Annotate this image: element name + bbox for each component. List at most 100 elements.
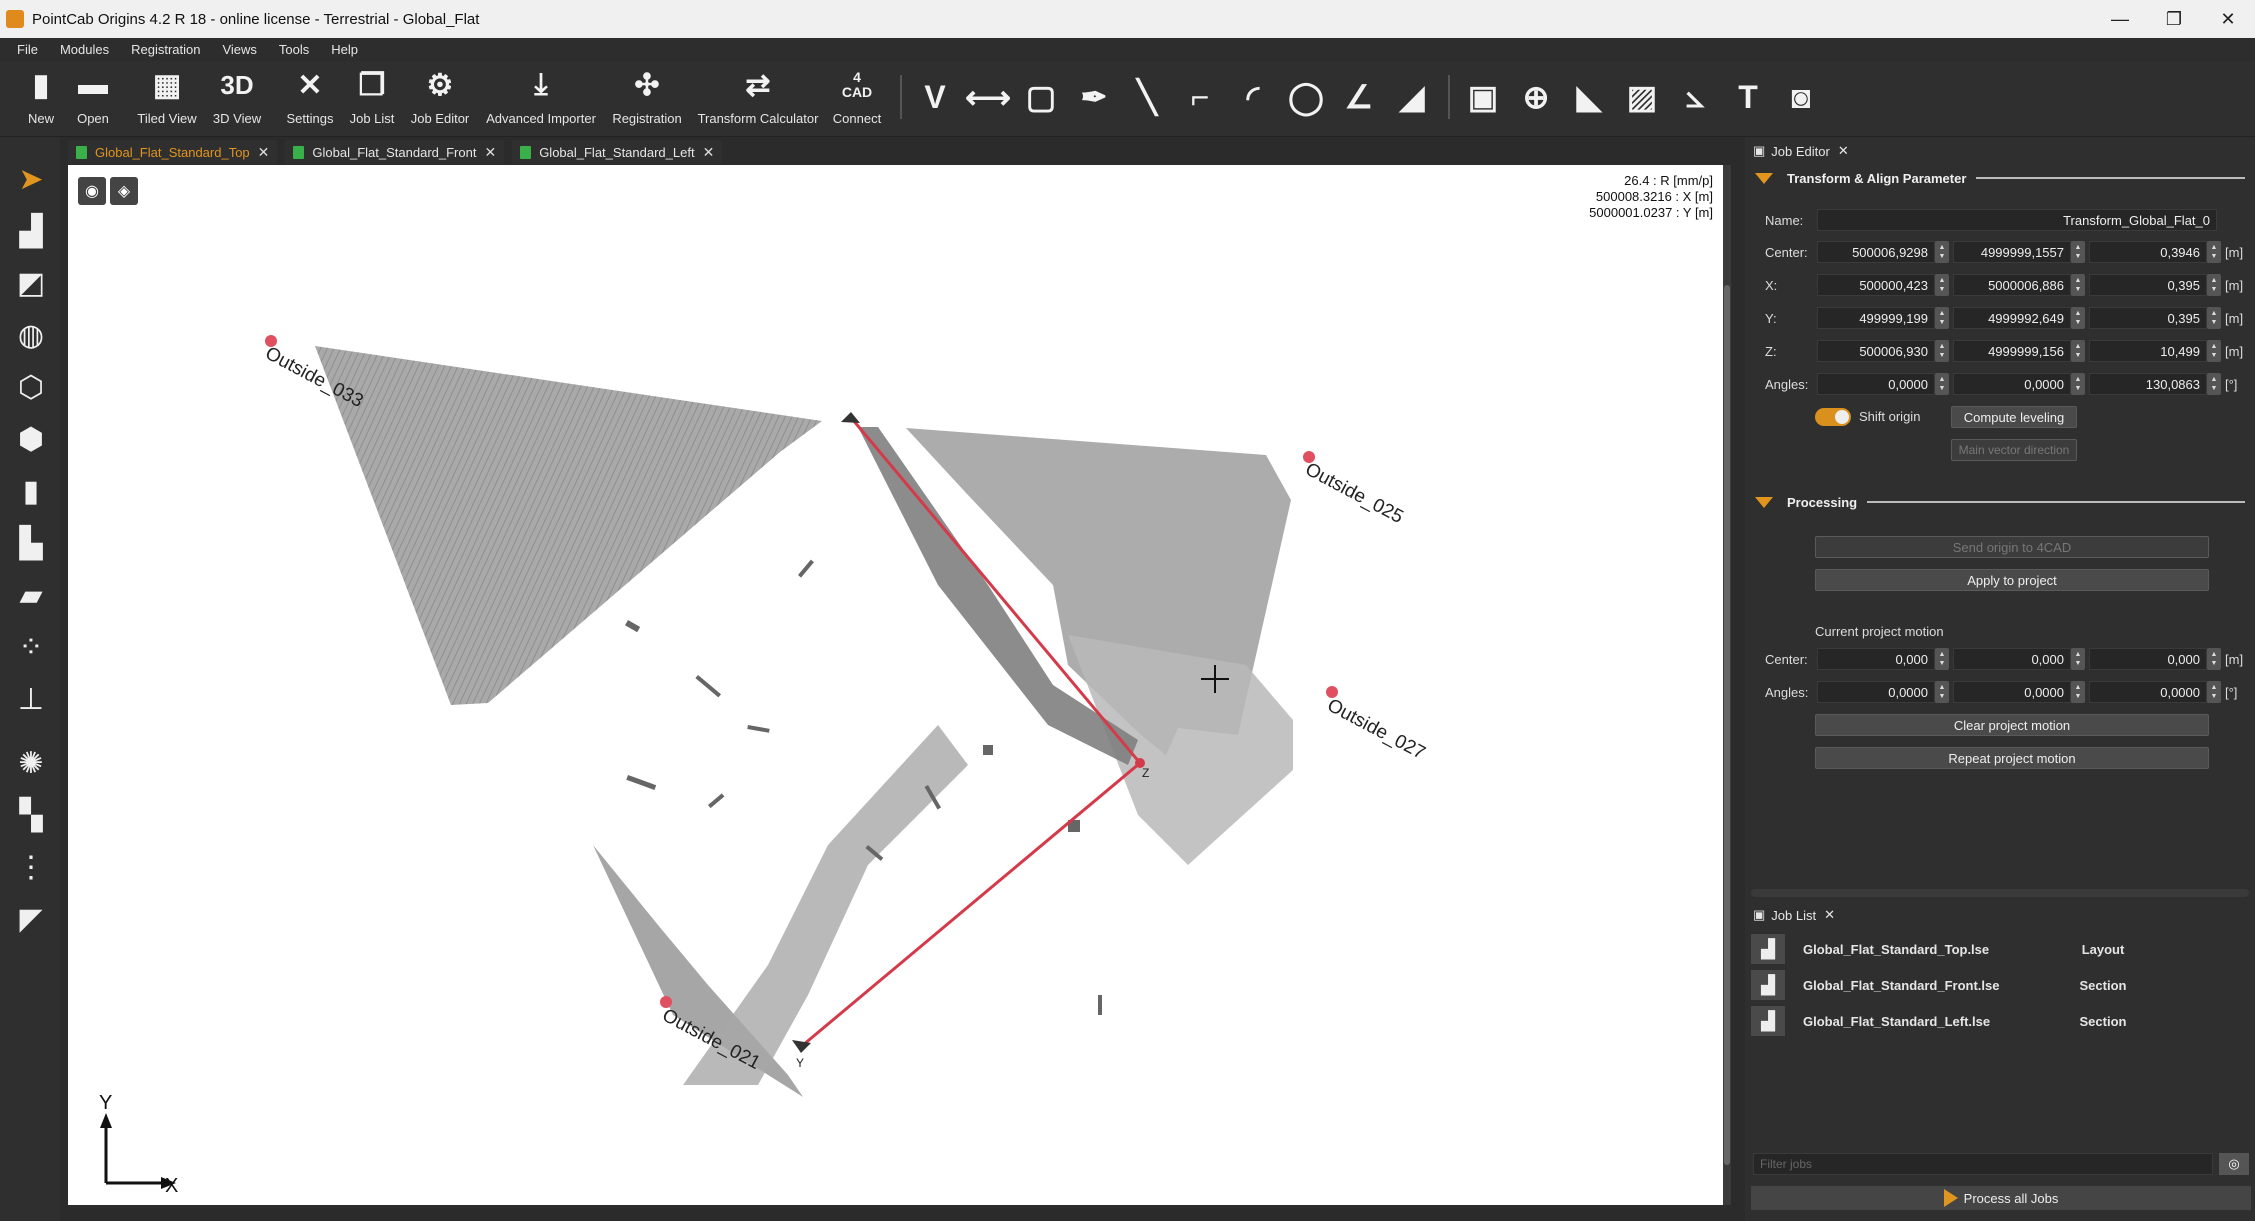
axis-tool[interactable]: ⊥ (13, 681, 49, 717)
y-z-spinner[interactable]: ▲ ▼ (2207, 307, 2221, 329)
angle-y-spinner[interactable]: ▲ ▼ (2071, 373, 2085, 395)
settings-button[interactable]: ✕ Settings (282, 65, 338, 133)
motion-center-y-spinner[interactable]: ▲ ▼ (2071, 648, 2085, 670)
z-z-field[interactable]: 10,499 (2089, 340, 2207, 362)
job-editor-button[interactable]: ⚙ Job Editor (408, 65, 472, 133)
points-tool[interactable]: ⁘ (13, 629, 49, 665)
mesh-tool[interactable]: ⬡ (13, 369, 49, 405)
checker-tool[interactable]: ▚ (13, 797, 49, 833)
motion-center-y-field[interactable]: 0,000 (1953, 648, 2071, 670)
center-y-spinner[interactable]: ▲ ▼ (2071, 241, 2085, 263)
x-y-field[interactable]: 5000006,886 (1953, 274, 2071, 296)
target-tool[interactable]: ⊕ (1514, 75, 1558, 119)
y-y-field[interactable]: 4999992,649 (1953, 307, 2071, 329)
center-y-field[interactable]: 4999999,1557 (1953, 241, 2071, 263)
transform-calculator-button[interactable]: ⇄ Transform Calculator (698, 65, 819, 133)
y-x-field[interactable]: 499999,199 (1817, 307, 1935, 329)
center-x-field[interactable]: 500006,9298 (1817, 241, 1935, 263)
visibility-toggle-button[interactable]: ◉ (78, 177, 106, 205)
motion-angle-z-field[interactable]: 0,0000 (2089, 681, 2207, 703)
close-panel-icon[interactable]: ✕ (1838, 143, 1849, 159)
main-vector-direction-button[interactable]: Main vector direction (1951, 439, 2077, 461)
angle-x-spinner[interactable]: ▲ ▼ (1935, 373, 1949, 395)
tab-global-flat-standard-left[interactable]: Global_Flat_Standard_Left ✕ (512, 140, 723, 164)
polyline-tool[interactable]: ⌐ (1178, 75, 1222, 119)
motion-angle-y-spinner[interactable]: ▲ ▼ (2071, 681, 2085, 703)
globe-tool[interactable]: ◍ (13, 317, 49, 353)
slope-tool[interactable]: ◣ (1567, 75, 1611, 119)
close-tab-icon[interactable]: ✕ (703, 144, 715, 161)
y-x-spinner[interactable]: ▲ ▼ (1935, 307, 1949, 329)
3d-view-button[interactable]: 3D 3D View (210, 65, 264, 133)
filter-visibility-button[interactable]: ◎ (2219, 1153, 2249, 1175)
motion-center-z-spinner[interactable]: ▲ ▼ (2207, 648, 2221, 670)
advanced-importer-button[interactable]: ⤓ Advanced Importer (484, 65, 598, 133)
circle-tool[interactable]: ◯ (1284, 75, 1328, 119)
z-y-field[interactable]: 4999999,156 (1953, 340, 2071, 362)
image-tool[interactable]: ▣ (1461, 75, 1505, 119)
name-field[interactable]: Transform_Global_Flat_0 (1817, 209, 2217, 231)
line-tool[interactable]: ╲ (1125, 75, 1169, 119)
close-tab-icon[interactable]: ✕ (258, 144, 270, 161)
close-panel-icon[interactable]: ✕ (1824, 907, 1835, 923)
scrollbar-thumb[interactable] (1724, 285, 1730, 1165)
pen-tool[interactable]: ✒ (1072, 75, 1116, 119)
close-tab-icon[interactable]: ✕ (484, 144, 496, 161)
process-all-jobs-button[interactable]: Process all Jobs (1751, 1186, 2251, 1210)
processing-section-header[interactable]: Processing (1755, 491, 2245, 513)
motion-center-x-field[interactable]: 0,000 (1817, 648, 1935, 670)
menu-registration[interactable]: Registration (120, 42, 211, 57)
x-z-spinner[interactable]: ▲ ▼ (2207, 274, 2221, 296)
z-y-spinner[interactable]: ▲ ▼ (2071, 340, 2085, 362)
angle-point-tool[interactable]: ∠ (1337, 75, 1381, 119)
x-y-spinner[interactable]: ▲ ▼ (2071, 274, 2085, 296)
open-button[interactable]: ▬ Open (73, 65, 113, 133)
hatch-tool[interactable]: ▨ (1620, 75, 1664, 119)
layers-button[interactable]: ◈ (110, 177, 138, 205)
menu-modules[interactable]: Modules (49, 42, 120, 57)
arc-tool[interactable]: ◜ (1231, 75, 1275, 119)
motion-center-z-field[interactable]: 0,000 (2089, 648, 2207, 670)
job-row[interactable]: ▟ Global_Flat_Standard_Left.lse Section (1751, 1005, 2251, 1037)
cube-tool[interactable]: ⬢ (13, 421, 49, 457)
angle-y-field[interactable]: 0,0000 (1953, 373, 2071, 395)
motion-center-x-spinner[interactable]: ▲ ▼ (1935, 648, 1949, 670)
angle-x-field[interactable]: 0,0000 (1817, 373, 1935, 395)
apply-to-project-button[interactable]: Apply to project (1815, 569, 2209, 591)
point-cloud-viewport[interactable]: Outside_033 Outside_025 Outside_027 Outs… (68, 165, 1723, 1205)
filter-jobs-input[interactable]: Filter jobs (1753, 1153, 2213, 1175)
y-y-spinner[interactable]: ▲ ▼ (2071, 307, 2085, 329)
distance-tool[interactable]: ⟷ (965, 75, 1011, 119)
menu-file[interactable]: File (6, 42, 49, 57)
motion-angle-x-spinner[interactable]: ▲ ▼ (1935, 681, 1949, 703)
menu-help[interactable]: Help (320, 42, 369, 57)
connect-4cad-button[interactable]: 4 CAD Connect (832, 65, 882, 133)
z-x-spinner[interactable]: ▲ ▼ (1935, 340, 1949, 362)
viewport-scrollbar[interactable] (1723, 165, 1731, 1205)
section-tool[interactable]: ◩ (13, 265, 49, 301)
x-x-spinner[interactable]: ▲ ▼ (1935, 274, 1949, 296)
angle-z-field[interactable]: 130,0863 (2089, 373, 2207, 395)
job-row[interactable]: ▟ Global_Flat_Standard_Top.lse Layout (1751, 933, 2251, 965)
panel-horizontal-scrollbar[interactable] (1751, 889, 2249, 897)
registration-button[interactable]: ✣ Registration (612, 65, 682, 133)
shift-origin-toggle[interactable] (1815, 408, 1851, 426)
motion-angle-z-spinner[interactable]: ▲ ▼ (2207, 681, 2221, 703)
light-tool[interactable]: ✺ (13, 745, 49, 781)
text-tool[interactable]: T (1726, 75, 1770, 119)
compute-leveling-button[interactable]: Compute leveling (1951, 406, 2077, 428)
job-list-button[interactable]: ❐ Job List (348, 65, 396, 133)
z-x-field[interactable]: 500006,930 (1817, 340, 1935, 362)
angle-z-spinner[interactable]: ▲ ▼ (2207, 373, 2221, 395)
x-z-field[interactable]: 0,395 (2089, 274, 2207, 296)
pointer-tool[interactable]: ➤ (13, 161, 49, 197)
split-tool[interactable]: ⋮ (13, 849, 49, 885)
y-z-field[interactable]: 0,395 (2089, 307, 2207, 329)
new-button[interactable]: ▮ New (24, 65, 58, 133)
motion-angle-x-field[interactable]: 0,0000 (1817, 681, 1935, 703)
center-z-field[interactable]: 0,3946 (2089, 241, 2207, 263)
terrain-tool[interactable]: ◢ (1390, 75, 1434, 119)
close-window-button[interactable]: ✕ (2201, 0, 2255, 38)
flag-tool[interactable]: ▰ (13, 577, 49, 613)
export-tool[interactable]: ◤ (13, 901, 49, 937)
